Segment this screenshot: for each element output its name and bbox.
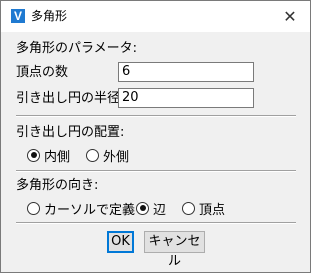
radio-unchecked-icon	[27, 201, 40, 215]
radio-unchecked-icon	[86, 148, 99, 162]
radio-label: 外側	[103, 149, 130, 165]
radio-label: カーソルで定義	[44, 202, 136, 218]
separator	[16, 115, 296, 117]
radius-input[interactable]: 20	[118, 88, 254, 108]
vertices-label: 頂点の数	[16, 65, 69, 80]
vertices-input[interactable]: 6	[118, 62, 254, 82]
radio-label: 辺	[153, 202, 167, 218]
radio-checked-icon	[136, 201, 149, 215]
polygon-dialog: V 多角形 ✕ 多角形のパラメータ: 頂点の数 6 引き出し円の半径 20 引き…	[0, 0, 311, 273]
placement-inside-radio[interactable]: 内側	[27, 147, 71, 165]
radius-label: 引き出し円の半径	[16, 91, 121, 106]
radio-label: 頂点	[199, 202, 226, 218]
orientation-edge-radio[interactable]: 辺	[136, 200, 167, 218]
placement-outside-radio[interactable]: 外側	[86, 147, 130, 165]
app-icon: V	[11, 9, 25, 23]
cancel-button[interactable]: キャンセル	[144, 231, 205, 269]
params-heading: 多角形のパラメータ:	[16, 41, 137, 56]
radio-label: 内側	[44, 149, 71, 165]
placement-heading: 引き出し円の配置:	[16, 125, 125, 140]
orientation-heading: 多角形の向き:	[16, 178, 99, 193]
radio-checked-icon	[27, 148, 40, 162]
separator	[16, 170, 296, 172]
window-title: 多角形	[31, 9, 68, 23]
orientation-vertex-radio[interactable]: 頂点	[182, 200, 226, 218]
orientation-cursor-radio[interactable]: カーソルで定義	[27, 200, 136, 218]
ok-button[interactable]: OK	[107, 231, 134, 253]
separator	[16, 222, 296, 224]
close-icon[interactable]: ✕	[270, 1, 310, 32]
radio-unchecked-icon	[182, 201, 195, 215]
title-bar: V 多角形 ✕	[1, 1, 310, 32]
